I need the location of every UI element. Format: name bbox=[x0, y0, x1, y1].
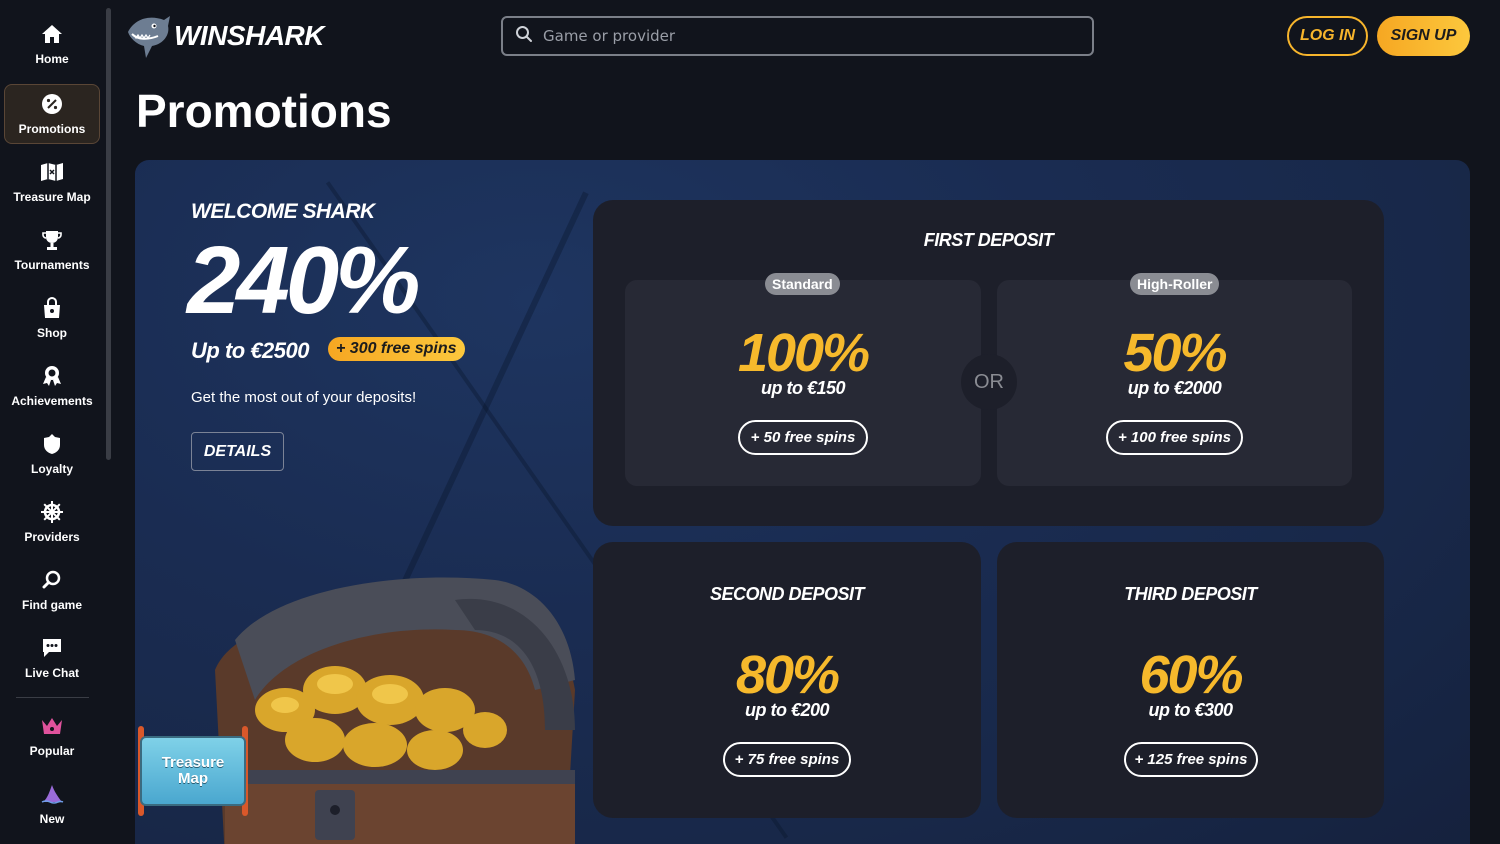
second-deposit-percent: 80% bbox=[735, 645, 840, 705]
sidebar-item-label: Live Chat bbox=[24, 666, 79, 680]
sidebar-item-label: Find game bbox=[21, 598, 82, 612]
sidebar-item-label: Home bbox=[35, 52, 69, 66]
high-roller-offer[interactable]: 50% up to €2000 + 100 free spins bbox=[997, 280, 1352, 486]
sidebar-item-label: Treasure Map bbox=[13, 190, 91, 204]
third-deposit-upto: up to €300 bbox=[1148, 700, 1233, 720]
search-input[interactable] bbox=[543, 27, 1043, 45]
sidebar-item-achievements[interactable]: Achievements bbox=[4, 356, 100, 416]
map-icon bbox=[40, 160, 64, 184]
sidebar-item-providers[interactable]: Providers bbox=[4, 492, 100, 552]
second-deposit-upto: up to €200 bbox=[744, 700, 830, 720]
high-roller-pill: High-Roller bbox=[1130, 273, 1220, 295]
sidebar-divider bbox=[16, 697, 89, 698]
chat-icon bbox=[40, 636, 64, 660]
gem-icon bbox=[40, 432, 64, 456]
page-title: Promotions bbox=[136, 85, 392, 137]
sidebar-item-label: Tournaments bbox=[14, 258, 90, 272]
sidebar-item-label: New bbox=[39, 812, 65, 826]
sidebar-item-label: Popular bbox=[29, 744, 75, 758]
treasure-map-widget-line2: Map bbox=[178, 770, 208, 787]
sidebar-item-find-game[interactable]: Find game bbox=[4, 560, 100, 620]
shopping-bag-icon bbox=[40, 296, 64, 320]
high-roller-free-spins: + 100 free spins bbox=[1106, 420, 1243, 455]
sidebar-scrollbar[interactable] bbox=[106, 8, 111, 460]
sidebar-item-live-chat[interactable]: Live Chat bbox=[4, 628, 100, 688]
login-button[interactable]: LOG IN bbox=[1287, 16, 1368, 56]
sidebar-item-loyalty[interactable]: Loyalty bbox=[4, 424, 100, 484]
home-icon bbox=[40, 22, 64, 46]
welcome-title: WELCOME SHARK bbox=[191, 200, 375, 223]
search-box[interactable] bbox=[501, 16, 1094, 56]
standard-percent: 100% bbox=[737, 323, 870, 383]
sidebar-item-treasure-map[interactable]: Treasure Map bbox=[4, 152, 100, 212]
treasure-chest-illustration bbox=[215, 577, 575, 844]
trophy-icon bbox=[40, 228, 64, 252]
free-spins-badge: + 300 free spins bbox=[328, 337, 465, 361]
welcome-upto: Up to €2500 bbox=[191, 338, 310, 363]
standard-free-spins: + 50 free spins bbox=[738, 420, 868, 455]
sidebar-item-label: Providers bbox=[24, 530, 80, 544]
or-separator: OR bbox=[961, 354, 1017, 410]
high-roller-percent: 50% bbox=[1123, 323, 1227, 383]
site-logo[interactable]: WINSHARK bbox=[124, 6, 325, 67]
second-deposit-card[interactable]: SECOND DEPOSIT 80% up to €200 + 75 free … bbox=[593, 542, 981, 818]
high-roller-upto: up to €2000 bbox=[1127, 378, 1222, 398]
sidebar: Home Promotions Treasure Map Tournaments… bbox=[0, 0, 116, 844]
sidebar-item-label: Achievements bbox=[11, 394, 93, 408]
shark-logo-icon bbox=[124, 6, 174, 67]
sidebar-item-label: Shop bbox=[37, 326, 67, 340]
treasure-map-widget-line1: Treasure bbox=[161, 754, 225, 771]
third-deposit-free-spins: + 125 free spins bbox=[1124, 742, 1258, 777]
welcome-percent: 240% bbox=[187, 227, 421, 334]
third-deposit-title: THIRD DEPOSIT bbox=[1124, 584, 1257, 604]
sidebar-item-promotions[interactable]: Promotions bbox=[4, 84, 100, 144]
crown-icon bbox=[40, 714, 64, 738]
sidebar-item-label: Promotions bbox=[18, 122, 86, 136]
sidebar-item-home[interactable]: Home bbox=[4, 14, 100, 74]
medal-icon bbox=[40, 364, 64, 388]
sidebar-item-new[interactable]: New bbox=[4, 774, 100, 834]
standard-offer[interactable]: 100% up to €150 + 50 free spins bbox=[625, 280, 981, 486]
standard-upto: up to €150 bbox=[760, 378, 846, 398]
standard-pill: Standard bbox=[765, 273, 840, 295]
search-icon bbox=[515, 25, 533, 48]
signup-button[interactable]: SIGN UP bbox=[1377, 16, 1470, 56]
welcome-tagline: Get the most out of your deposits! bbox=[191, 389, 417, 406]
shark-fin-icon bbox=[40, 782, 64, 806]
logo-text: WINSHARK bbox=[174, 20, 325, 51]
details-button[interactable]: DETAILS bbox=[191, 432, 284, 471]
sidebar-item-tournaments[interactable]: Tournaments bbox=[4, 220, 100, 280]
ship-wheel-icon bbox=[40, 500, 64, 524]
third-deposit-percent: 60% bbox=[1139, 645, 1243, 705]
sidebar-item-label: Loyalty bbox=[30, 462, 73, 476]
search-icon bbox=[40, 568, 64, 592]
first-deposit-title: FIRST DEPOSIT bbox=[923, 230, 1054, 250]
third-deposit-card[interactable]: THIRD DEPOSIT 60% up to €300 + 125 free … bbox=[997, 542, 1384, 818]
sidebar-item-popular[interactable]: Popular bbox=[4, 706, 100, 766]
percent-icon bbox=[40, 92, 64, 116]
sidebar-item-shop[interactable]: Shop bbox=[4, 288, 100, 348]
treasure-map-scroll-icon: Treasure Map bbox=[140, 736, 246, 806]
second-deposit-free-spins: + 75 free spins bbox=[723, 742, 851, 777]
second-deposit-title: SECOND DEPOSIT bbox=[709, 584, 865, 604]
treasure-map-widget[interactable]: Treasure Map bbox=[134, 724, 252, 818]
